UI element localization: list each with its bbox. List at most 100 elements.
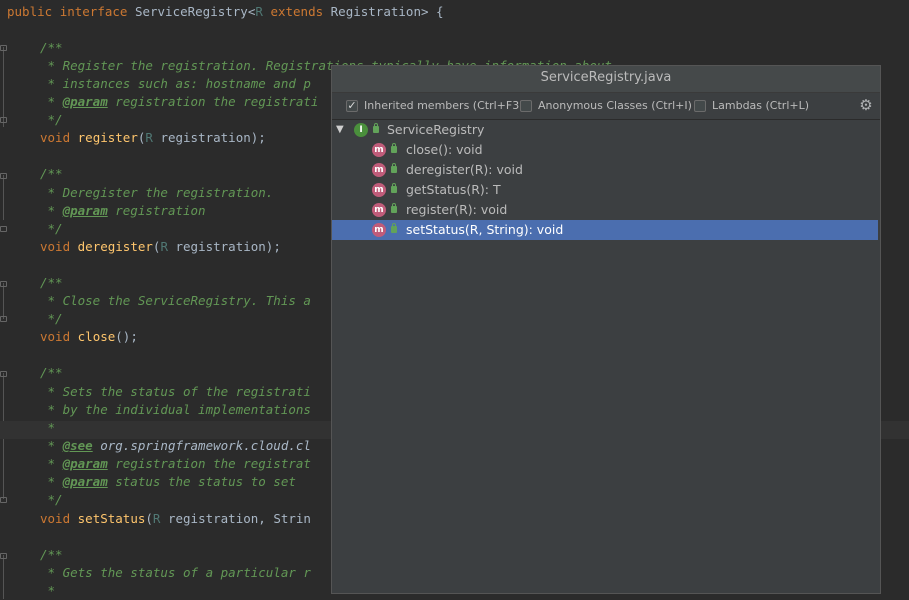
code-line[interactable]: * by the individual implementations (40, 401, 311, 419)
fold-marker[interactable] (0, 173, 7, 179)
public-lock-icon (391, 183, 397, 193)
comment: * Gets the status of a particular r (40, 565, 311, 580)
code-line[interactable]: public interface ServiceRegistry<R exten… (7, 3, 444, 21)
fold-marker[interactable] (0, 371, 7, 377)
fold-marker[interactable] (0, 281, 7, 287)
code-text: (); (115, 329, 138, 344)
inherited-members-option[interactable]: ✓ Inherited members (Ctrl+F3) (346, 99, 524, 112)
editor-gutter (0, 0, 8, 599)
anonymous-classes-checkbox[interactable] (520, 99, 532, 112)
code-line[interactable]: void close(); (40, 328, 138, 346)
fold-marker[interactable] (0, 497, 7, 503)
gear-icon[interactable]: ⚙ (858, 97, 874, 113)
javadoc-tag: @param (62, 474, 108, 489)
fold-marker[interactable] (0, 316, 7, 322)
comment: * by the individual implementations (40, 402, 311, 417)
code-line[interactable]: void setStatus(R registration, Strin (40, 510, 311, 528)
code-line[interactable]: * @param registration the registrat (40, 455, 311, 473)
tree-member-get-status[interactable]: m getStatus(R): T (332, 180, 878, 200)
tree-node-label: close(): void (406, 142, 483, 157)
tree-node-label: ServiceRegistry (387, 122, 485, 137)
comment: * (40, 438, 63, 453)
code-text: ( (145, 511, 153, 526)
keyword: void (40, 239, 71, 254)
code-line[interactable]: void deregister(R registration); (40, 238, 281, 256)
code-line[interactable]: * (40, 582, 56, 600)
code-line[interactable]: * @param status the status to set (40, 473, 296, 491)
tree-member-register[interactable]: m register(R): void (332, 200, 878, 220)
method-name: deregister (77, 239, 153, 254)
method-icon: m (372, 183, 386, 197)
comment: * (40, 94, 63, 109)
code-line[interactable]: * Gets the status of a particular r (40, 564, 311, 582)
javadoc-tag: @param (62, 456, 108, 471)
tree-member-close[interactable]: m close(): void (332, 140, 878, 160)
tree-node-label: getStatus(R): T (406, 182, 501, 197)
tree-member-deregister[interactable]: m deregister(R): void (332, 160, 878, 180)
tree-node-label: setStatus(R, String): void (406, 222, 564, 237)
fold-guide (3, 175, 4, 220)
comment: */ (40, 311, 63, 326)
method-icon: m (372, 163, 386, 177)
code-line[interactable]: * @see org.springframework.cloud.cl (40, 437, 311, 455)
code-text: Registration> { (330, 4, 444, 19)
comment: registration the registrat (107, 456, 311, 471)
code-line[interactable]: */ (40, 310, 63, 328)
code-line[interactable]: */ (40, 491, 63, 509)
anonymous-classes-option[interactable]: Anonymous Classes (Ctrl+I) (520, 99, 692, 112)
public-lock-icon (391, 163, 397, 173)
code-line[interactable]: * @param registration (40, 202, 206, 220)
method-icon: m (372, 223, 386, 237)
keyword: void (40, 511, 71, 526)
method-icon: m (372, 203, 386, 217)
code-line[interactable]: /** (40, 364, 63, 382)
code-line[interactable]: * instances such as: hostname and p (40, 75, 311, 93)
lambdas-checkbox[interactable] (694, 99, 706, 112)
code-line[interactable]: * Sets the status of the registrati (40, 383, 311, 401)
tree-member-set-status[interactable]: m setStatus(R, String): void (332, 220, 878, 240)
code-line[interactable]: */ (40, 111, 63, 129)
fold-marker[interactable] (0, 117, 7, 123)
comment: * (40, 583, 56, 598)
code-line[interactable]: void register(R registration); (40, 129, 266, 147)
lambdas-option[interactable]: Lambdas (Ctrl+L) (694, 99, 809, 112)
popup-options-bar: ✓ Inherited members (Ctrl+F3) Anonymous … (332, 93, 880, 120)
comment: /** (40, 547, 63, 562)
code-line[interactable]: */ (40, 220, 63, 238)
comment: /** (40, 40, 63, 55)
comment: */ (40, 492, 63, 507)
code-line[interactable]: * (40, 419, 56, 437)
fold-marker[interactable] (0, 45, 7, 51)
file-structure-popup[interactable]: ServiceRegistry.java ✓ Inherited members… (331, 65, 881, 594)
code-text: registration); (152, 130, 266, 145)
code-line[interactable]: * Deregister the registration. (40, 184, 274, 202)
popup-title: ServiceRegistry.java (332, 66, 880, 93)
keyword: public (7, 4, 53, 19)
code-line[interactable]: * @param registration the registrati (40, 93, 319, 111)
public-lock-icon (391, 223, 397, 233)
interface-name: ServiceRegistry< (134, 4, 256, 19)
comment: */ (40, 221, 63, 236)
code-line[interactable]: /** (40, 546, 63, 564)
code-line[interactable]: /** (40, 39, 63, 57)
javadoc-tag: @param (62, 94, 108, 109)
comment: * (40, 203, 63, 218)
method-name: register (77, 130, 138, 145)
fold-marker[interactable] (0, 553, 7, 559)
tree-root-service-registry[interactable]: ▼ I ServiceRegistry (332, 120, 878, 140)
comment: registration (107, 203, 206, 218)
expand-arrow-icon[interactable]: ▼ (336, 120, 344, 140)
code-line[interactable]: * Close the ServiceRegistry. This a (40, 292, 311, 310)
comment: * (40, 420, 56, 435)
inherited-members-checkbox[interactable]: ✓ (346, 99, 358, 112)
fold-guide (3, 555, 4, 599)
code-line[interactable]: /** (40, 165, 63, 183)
interface-icon: I (354, 123, 368, 137)
fold-guide (3, 283, 4, 319)
fold-marker[interactable] (0, 226, 7, 232)
tree-node-label: deregister(R): void (406, 162, 523, 177)
fold-guide (3, 47, 4, 127)
code-line[interactable]: /** (40, 274, 63, 292)
public-lock-icon (391, 203, 397, 213)
javadoc-tag: @see (62, 438, 93, 453)
